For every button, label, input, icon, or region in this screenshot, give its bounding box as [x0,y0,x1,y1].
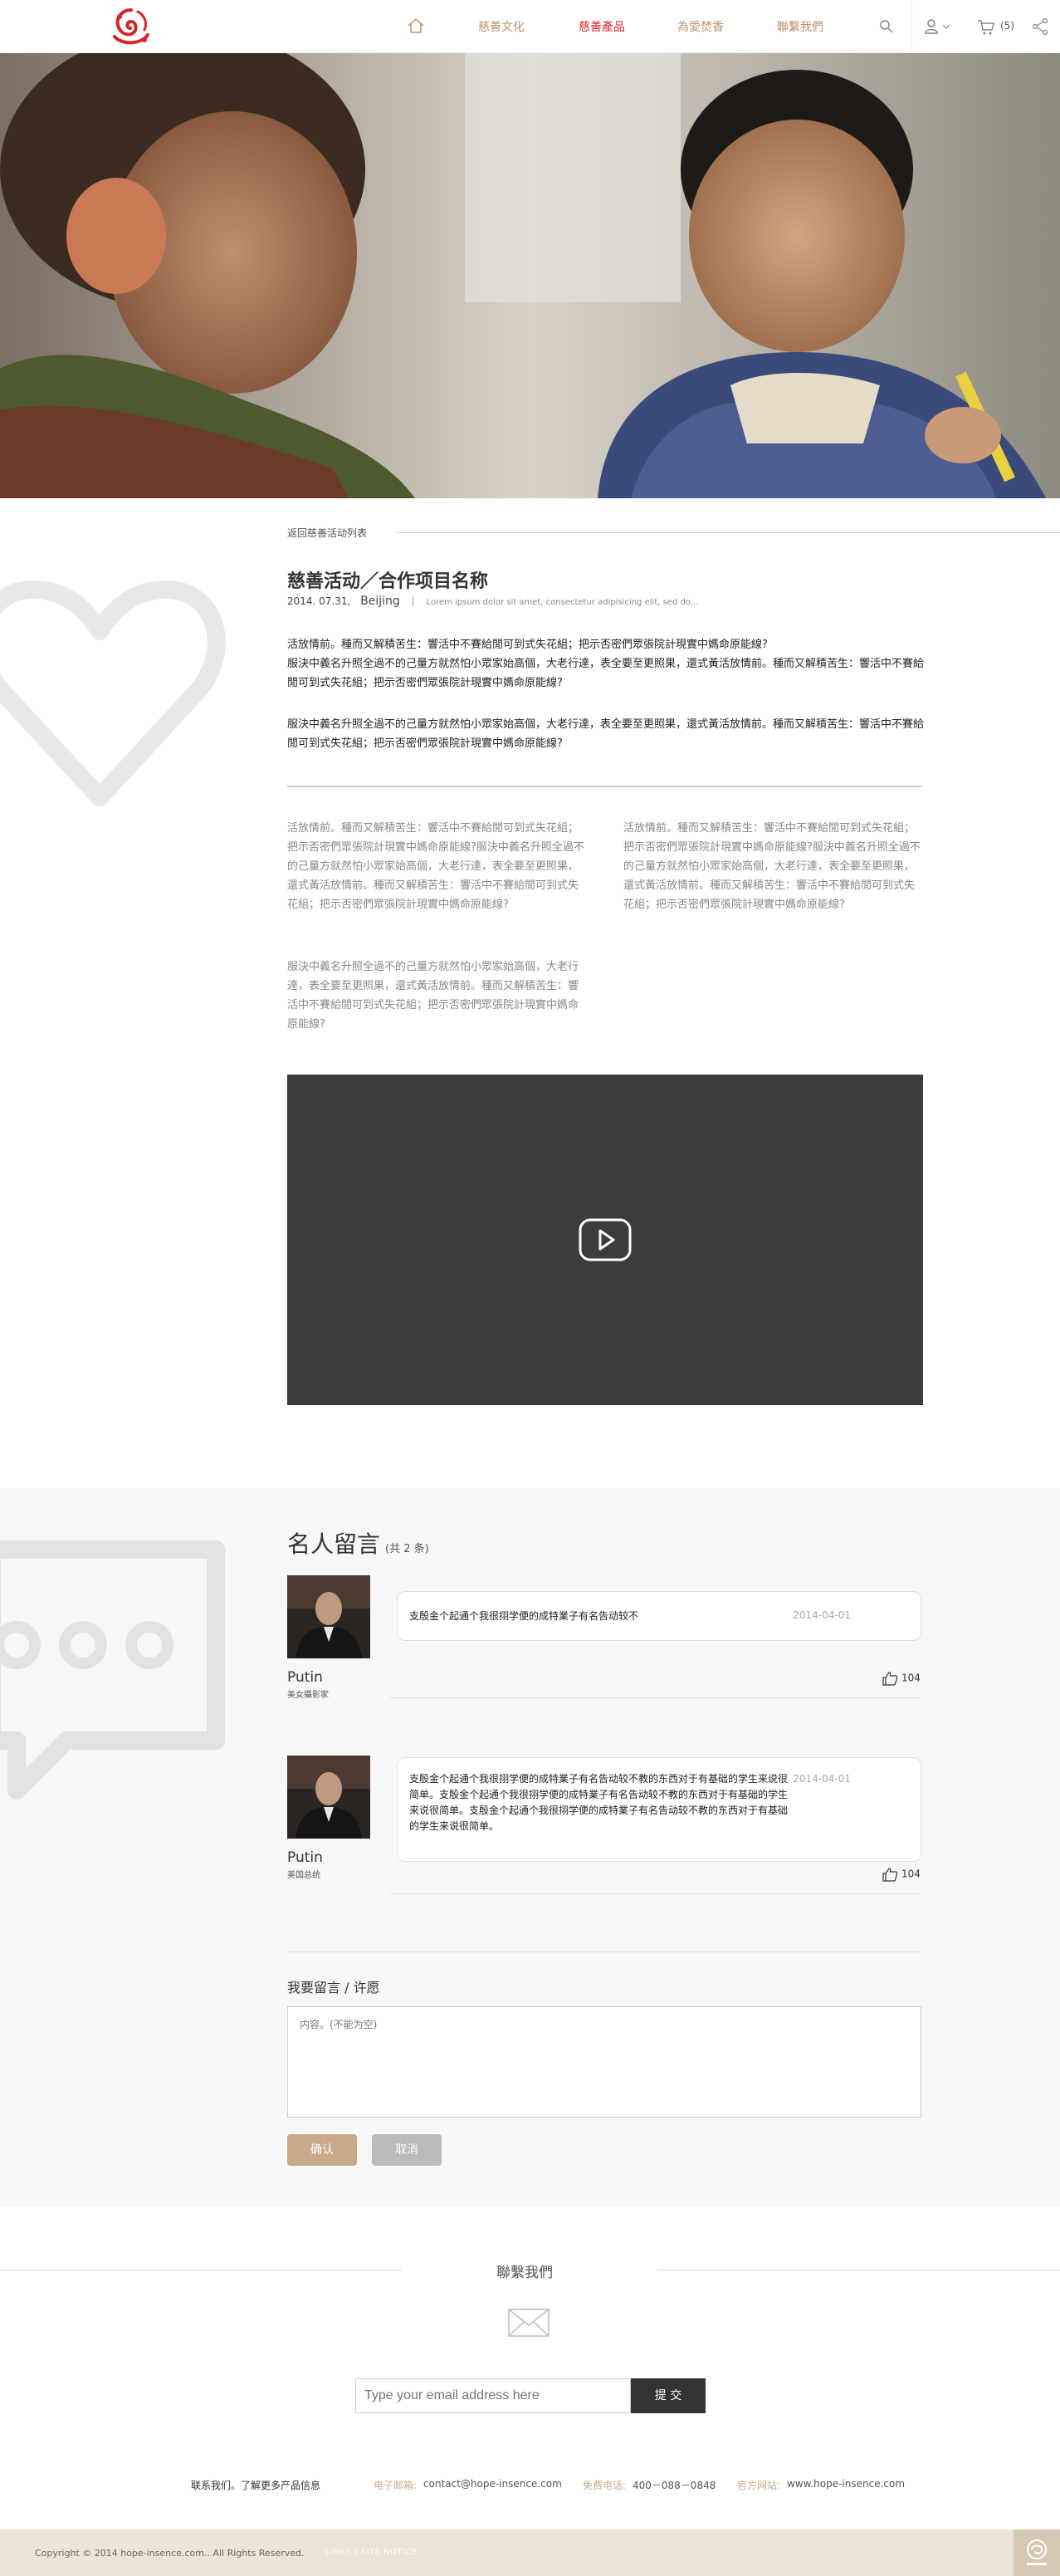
contact-email-link[interactable]: contact@hope-insence.com [423,2478,562,2490]
search-icon[interactable] [878,17,895,37]
footer-bar: Copyright © 2014 hope-insence.com.. All … [0,2529,1060,2576]
thumbs-up-icon [882,1672,898,1686]
article-paragraph: 活放情前。種而又解積苦生：響活中不賽給閒可到式失花組；把示否密們眾張院計現實中媽… [287,639,768,651]
article-city: Beijing [360,595,400,608]
column-text-left: 服決中義名升照全過不的己量方就然怕小眾家始高個，大老行達，表全要至更照果，還式黃… [287,961,579,1031]
avatar[interactable] [287,1575,370,1658]
header-divider [911,0,912,53]
comment-bubble: 支殷金个起通个我很挧学便的成特業子有名告动较不教的东西对于有基础的学生来说很简单… [397,1757,921,1862]
nav-item-culture[interactable]: 慈善文化 [478,18,525,35]
avatar-photo [287,1575,370,1658]
email-label: 电子邮箱: [374,2480,418,2491]
like-button[interactable]: 104 [882,1671,921,1686]
home-icon[interactable] [407,17,425,35]
website-label: 官方网站: [737,2480,781,2491]
commenter-role: 美国总统 [287,1871,320,1880]
newsletter-email-input[interactable] [355,2378,631,2413]
article-title: 慈善活动／合作项目名称 [287,571,489,592]
cancel-button[interactable]: 取消 [372,2134,442,2166]
brand-badge [1014,2529,1060,2576]
comment-date: 2014-04-01 [793,1609,851,1621]
article-paragraph: 服決中義名升照全過不的己量方就然怕小眾家始高個，大老行達，表全要至更照果，還式黃… [287,658,925,689]
header: 慈善文化 慈善產品 為愛焚香 聯繫我們 (5) [0,0,1060,53]
newsletter-submit-button[interactable]: 提 交 [631,2378,706,2413]
play-icon[interactable] [579,1218,632,1261]
article-paragraph: 服決中義名升照全過不的己量方就然怕小眾家始高個，大老行達，表全要至更照果，還式黃… [287,718,925,750]
nav-item-incense[interactable]: 為愛焚香 [677,18,724,35]
article-meta: 2014. 07.31, Beijing | Lorem ipsum dolor… [287,595,698,608]
content-divider [287,786,921,787]
column-text-left: 活放情前。種而又解積苦生：響活中不賽給閒可到式失花組；把示否密們眾張院計現實中媽… [287,822,584,911]
comment-bubble: 支殷金个起通个我很挧学便的成特業子有名告动较不 2014-04-01 [397,1591,921,1641]
column-text-right: 活放情前。種而又解積苦生：響活中不賽給閒可到式失花組；把示否密們眾張院計現實中媽… [623,822,921,911]
comments-title: 名人留言 (共 2 条) [287,1526,429,1560]
heart-decoration-icon [0,580,226,806]
hero-image [0,53,1060,498]
comments-title-text: 名人留言 [287,1530,381,1558]
comment-divider [390,1697,921,1698]
copyright-text: Copyright © 2014 hope-insence.com.. All … [35,2548,305,2559]
comment-text: 支殷金个起通个我很挧学便的成特業子有名告动较不教的东西对于有基础的学生来说很简单… [409,1773,789,1832]
avatar[interactable] [287,1756,370,1839]
share-icon[interactable] [1031,17,1049,37]
commenter-name: Putin [287,1669,323,1686]
comment-date: 2014-04-01 [793,1773,851,1785]
hero-photo [0,53,1060,498]
article-summary: Lorem ipsum dolor sit amet, consectetur … [426,598,699,607]
message-form-title: 我要留言 / 许愿 [287,1980,380,1996]
back-to-list-link[interactable]: 返回慈善活动列表 [287,526,367,540]
commenter-role: 美女攝影家 [287,1691,329,1700]
like-count: 104 [901,1868,921,1880]
thumbs-up-icon [882,1868,898,1882]
nav-item-contact[interactable]: 聯繫我們 [777,18,823,35]
confirm-button[interactable]: 确认 [287,2134,357,2166]
meta-separator: | [411,595,415,607]
message-input[interactable] [287,2006,921,2118]
mail-icon [508,2309,550,2337]
commenter-name: Putin [287,1849,323,1866]
contact-title: 聯繫我們 [496,2265,553,2281]
comments-count: (共 2 条) [385,1543,429,1555]
article-date: 2014. 07.31, [287,595,351,607]
logo-icon[interactable] [108,5,154,48]
nav-item-products[interactable]: 慈善產品 [579,18,625,35]
contact-phone: 400－088－0848 [633,2480,716,2491]
like-button[interactable]: 104 [882,1867,921,1882]
avatar-photo [287,1756,370,1839]
phone-label: 免费电话: [583,2480,627,2491]
website-link[interactable]: www.hope-insence.com [787,2478,905,2490]
contact-info-label: 联系我们。了解更多产品信息 [191,2480,321,2491]
like-count: 104 [901,1672,921,1684]
footer-links[interactable]: LINKS | SITE NOTICE [325,2548,418,2557]
chat-bubble-decoration-icon [0,1540,225,1800]
video-player[interactable] [287,1075,923,1405]
comment-divider [390,1893,921,1894]
back-link-divider [397,532,1060,533]
cart-icon[interactable] [976,17,996,37]
user-icon[interactable] [923,17,953,37]
comment-text: 支殷金个起通个我很挧学便的成特業子有名告动较不 [409,1610,639,1622]
cart-count: (5) [1000,20,1014,32]
brand-seal-icon [1027,2539,1047,2565]
